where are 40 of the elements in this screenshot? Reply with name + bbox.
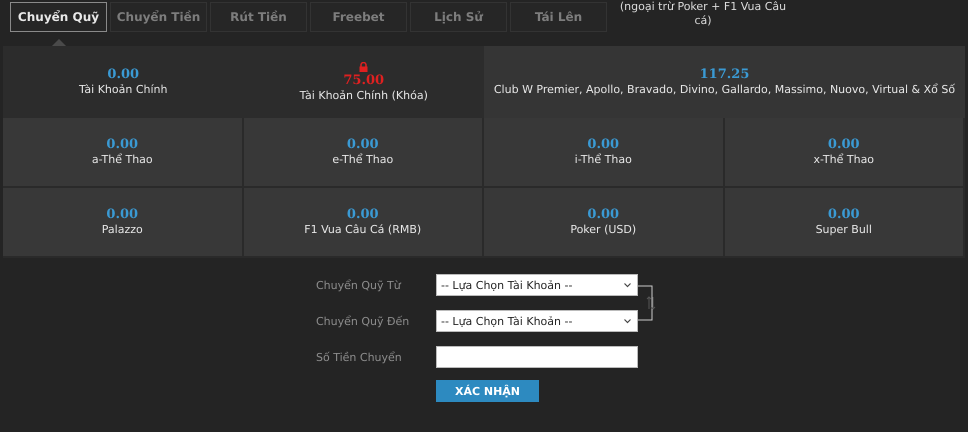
chevron-icon xyxy=(624,318,631,324)
balance-amount: 0.00 xyxy=(587,137,620,152)
tab[interactable]: Tái Lên xyxy=(510,2,607,32)
balance-amount: 0.00 xyxy=(828,207,860,222)
account-name: Poker (USD) xyxy=(570,222,636,237)
balance-amount: 75.00 xyxy=(343,72,384,88)
balance-amount: 0.00 xyxy=(346,207,379,222)
balance-amount: 0.00 xyxy=(107,67,140,82)
account-name: Tài Khoản Chính xyxy=(78,82,168,97)
account-name: e-Thể Thao xyxy=(332,152,394,167)
account-name: x-Thể Thao xyxy=(813,152,874,167)
field-label: Số Tiền Chuyển xyxy=(316,350,403,364)
tab[interactable]: Chuyển Tiền xyxy=(110,2,207,32)
lock-icon xyxy=(359,62,368,72)
confirm-button[interactable]: XÁC NHẬN xyxy=(436,380,539,402)
balance-amount: 0.00 xyxy=(346,137,379,152)
balance-amount: 117.25 xyxy=(700,67,750,82)
amount-field[interactable] xyxy=(436,346,638,368)
account-name: F1 Vua Câu Cá (RMB) xyxy=(304,222,422,237)
account-name: a-Thể Thao xyxy=(92,152,153,167)
account-name: Tài Khoản Chính (Khóa) xyxy=(300,88,428,102)
balance-amount: 0.00 xyxy=(106,137,138,152)
balance-amount: 0.00 xyxy=(828,137,860,152)
tab-note: (ngoại trừ Poker + F1 Vua Câu cá) xyxy=(618,0,788,28)
swap-bracket-drawing[interactable] xyxy=(638,283,656,323)
tab[interactable]: Rút Tiền xyxy=(210,2,307,32)
tab[interactable]: Chuyển Quỹ xyxy=(10,2,107,32)
field-label: Chuyển Quỹ Đến xyxy=(316,314,410,328)
account-name: Super Bull xyxy=(816,222,872,237)
tab[interactable]: Lịch Sử xyxy=(410,2,507,32)
account-select[interactable]: -- Lựa Chọn Tài Khoản -- xyxy=(436,310,638,332)
balance-amount: 0.00 xyxy=(587,207,620,222)
account-name: Club W Premier, Apollo, Bravado, Divino, Gallardo, Massimo, Nuovo, Virtual & Xổ Số xyxy=(494,82,956,97)
account-name: i-Thể Thao xyxy=(574,152,632,167)
field-label: Chuyển Quỹ Từ xyxy=(316,278,402,292)
chevron-icon xyxy=(624,282,631,288)
account-name: Palazzo xyxy=(102,222,143,237)
account-select[interactable]: -- Lựa Chọn Tài Khoản -- xyxy=(436,274,638,296)
tab[interactable]: Freebet xyxy=(310,2,407,32)
balance-amount: 0.00 xyxy=(106,207,138,222)
